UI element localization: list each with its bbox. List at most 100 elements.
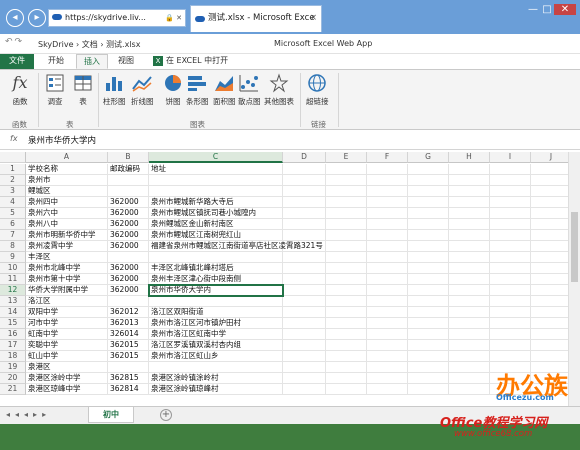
formula-input[interactable]: 泉州市华侨大学内 [28,134,96,146]
grid-cell[interactable] [283,263,326,274]
grid-cell[interactable] [108,296,149,307]
grid-cell[interactable] [283,219,326,230]
grid-cell[interactable] [531,340,572,351]
grid-cell[interactable] [490,230,531,241]
area-chart-button[interactable]: 面积图 [213,73,236,107]
grid-cell[interactable] [326,318,367,329]
other-charts-button[interactable]: 其他图表 [264,73,294,107]
grid-cell[interactable]: 362000 [108,197,149,208]
select-all-corner[interactable] [0,152,26,163]
undo-redo-icon[interactable]: ↶↷ [5,37,24,47]
grid-cell[interactable] [367,230,408,241]
grid-cell[interactable] [449,252,490,263]
grid-cell[interactable]: 泉州市北峰中学 [26,263,108,274]
grid-cell[interactable] [283,329,326,340]
grid-cell[interactable] [449,362,490,373]
grid-cell[interactable] [408,340,449,351]
grid-cell[interactable]: 362815 [108,373,149,384]
grid-cell[interactable]: 华侨大学附属中学 [26,285,108,296]
sheet-tab-current[interactable]: 初中 [88,407,134,423]
grid-cell[interactable] [283,296,326,307]
row-header[interactable]: 8 [0,241,26,252]
grid-cell[interactable]: 地址 [149,164,283,175]
grid-cell[interactable] [367,362,408,373]
row-header[interactable]: 13 [0,296,26,307]
grid-cell[interactable]: 虹南中学 [26,329,108,340]
grid-cell[interactable] [283,384,326,395]
grid-cell[interactable]: 泉州市洛江区虹南中学 [149,329,283,340]
grid-cell[interactable] [531,263,572,274]
grid-cell[interactable] [326,296,367,307]
grid-cell[interactable] [531,296,572,307]
grid-cell[interactable] [408,274,449,285]
column-header[interactable]: J [531,152,572,163]
grid-cell[interactable] [531,219,572,230]
grid-cell[interactable] [367,241,408,252]
grid-cell[interactable] [367,252,408,263]
grid-cell[interactable] [449,208,490,219]
grid-cell[interactable] [449,285,490,296]
row-header[interactable]: 14 [0,307,26,318]
row-header[interactable]: 6 [0,219,26,230]
grid-cell[interactable] [490,164,531,175]
grid-cell[interactable] [531,197,572,208]
grid-cell[interactable] [408,318,449,329]
grid-cell[interactable] [367,318,408,329]
grid-cell[interactable]: 泉港区涂岭镇琼峰村 [149,384,283,395]
grid-cell[interactable]: 泉州市洛江区河市镇炉田村 [149,318,283,329]
grid-cell[interactable] [326,340,367,351]
grid-cell[interactable] [283,351,326,362]
grid-cell[interactable] [108,175,149,186]
grid-cell[interactable]: 泉州凌霄中学 [26,241,108,252]
add-sheet-icon[interactable]: + [160,409,172,421]
grid-cell[interactable]: 泉州市鲤城区江南树兜红山 [149,230,283,241]
row-header[interactable]: 16 [0,329,26,340]
grid-cell[interactable] [367,208,408,219]
grid-cell[interactable] [283,307,326,318]
grid-cell[interactable]: 362015 [108,351,149,362]
grid-cell[interactable] [449,307,490,318]
tab-insert[interactable]: 插入 [76,54,108,69]
grid-cell[interactable]: 虹山中学 [26,351,108,362]
row-header[interactable]: 10 [0,263,26,274]
line-chart-button[interactable]: 折线图 [131,73,154,107]
grid-cell[interactable] [367,351,408,362]
column-header[interactable]: B [108,152,149,163]
pie-chart-button[interactable]: 饼图 [162,73,184,107]
grid-cell[interactable] [531,252,572,263]
browser-tab[interactable]: 测试.xlsx - Microsoft Exce × [190,5,322,32]
column-header[interactable]: D [283,152,326,163]
grid-cell[interactable] [367,263,408,274]
scatter-chart-button[interactable]: 散点图 [238,73,261,107]
grid-cell[interactable] [108,362,149,373]
grid-cell[interactable] [326,252,367,263]
column-chart-button[interactable]: 柱形图 [103,73,126,107]
column-header[interactable]: C [149,152,283,163]
grid-cell[interactable] [367,384,408,395]
tab-close-icon[interactable]: × [310,6,317,30]
grid-cell[interactable] [367,164,408,175]
grid-cell[interactable]: 福建省泉州市鲤城区江南街道亭店社区凌霄路321号 [149,241,323,252]
grid-cell[interactable] [283,186,326,197]
grid-cell[interactable] [449,219,490,230]
grid-cell[interactable] [531,230,572,241]
grid-cell[interactable] [531,186,572,197]
grid-cell[interactable]: 362000 [108,263,149,274]
row-header[interactable]: 3 [0,186,26,197]
grid-cell[interactable] [449,296,490,307]
address-bar[interactable]: https://skydrive.liv... 🔒 ✕ [48,9,186,27]
grid-cell[interactable]: 丰泽区北峰镇北峰村塔后 [149,263,283,274]
grid-cell[interactable] [367,274,408,285]
grid-cell[interactable] [408,285,449,296]
grid-cell[interactable] [449,340,490,351]
grid-cell[interactable] [531,285,572,296]
grid-cell[interactable] [531,175,572,186]
grid-cell[interactable] [408,241,449,252]
grid-cell[interactable] [326,329,367,340]
grid-cell[interactable] [449,175,490,186]
grid-cell[interactable]: 362015 [108,340,149,351]
maximize-icon[interactable]: □ [540,4,554,15]
grid-cell[interactable] [326,307,367,318]
grid-cell[interactable] [490,175,531,186]
grid-cell[interactable] [367,296,408,307]
